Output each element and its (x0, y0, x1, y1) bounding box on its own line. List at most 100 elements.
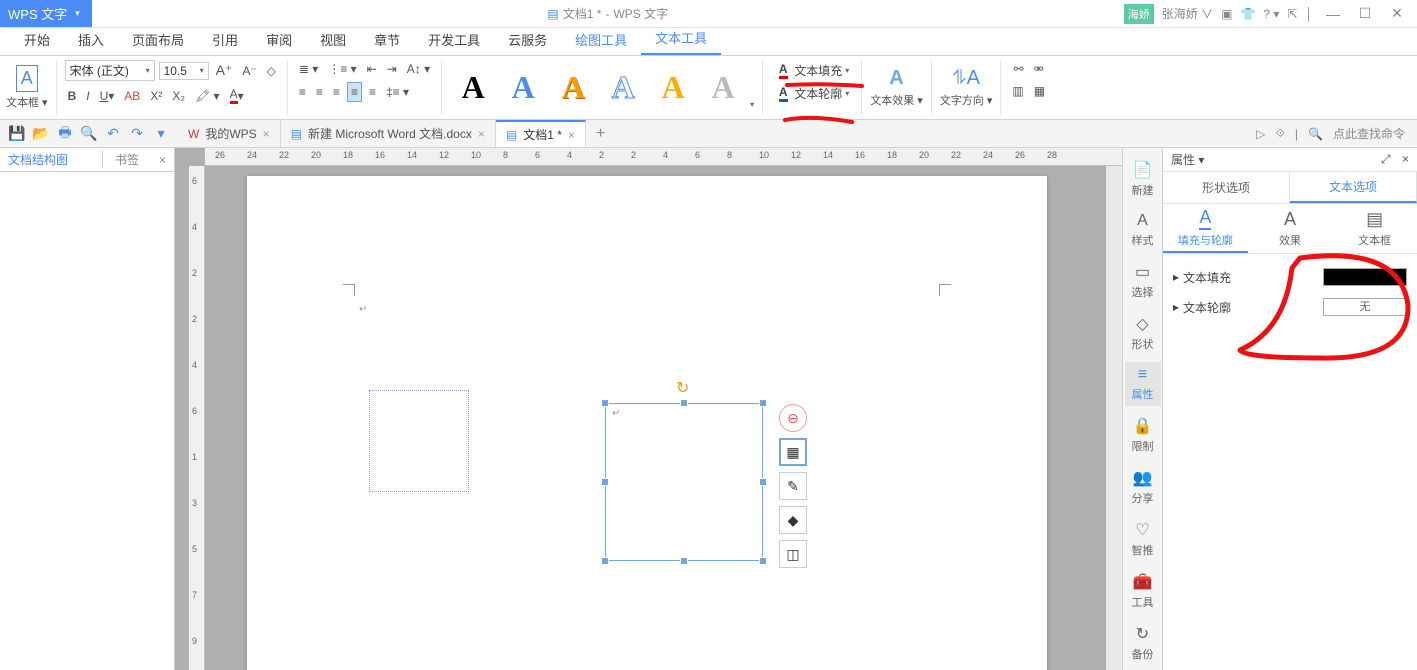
text-direction-button[interactable]: ⥮A 文字方向 ▾ (940, 67, 993, 108)
sidebar-item-新建[interactable]: 📄新建 (1125, 156, 1161, 202)
tab-view[interactable]: 视图 (306, 24, 360, 55)
outline-shape-button[interactable]: ◫ (779, 540, 807, 568)
font-name-select[interactable]: 宋体 (正文)▾ (65, 60, 155, 81)
doctab-mywps[interactable]: W 我的WPS × (178, 120, 281, 147)
redo-icon[interactable]: ↷ (128, 125, 146, 143)
wordart-style-5[interactable]: A (650, 65, 696, 111)
wordart-style-2[interactable]: A (500, 65, 546, 111)
align-left-button[interactable]: ≡ (296, 83, 309, 101)
wordart-more-icon[interactable]: ▾ (750, 100, 754, 115)
open-icon[interactable]: 📂 (32, 125, 50, 143)
subscript-button[interactable]: X₂ (169, 87, 188, 105)
text-fill-swatch[interactable] (1323, 268, 1407, 286)
underline-button[interactable]: U ▾ (97, 87, 118, 105)
vertical-ruler[interactable]: 64224613579 (189, 166, 205, 670)
strike-button[interactable]: AB (121, 87, 143, 105)
fit-icon[interactable]: ▦ (1031, 82, 1048, 100)
vertical-scrollbar[interactable] (1106, 166, 1122, 670)
subtab-effects[interactable]: A 效果 (1248, 204, 1333, 253)
close-button[interactable]: ✕ (1385, 5, 1409, 22)
wordart-style-3[interactable]: A (550, 65, 596, 111)
delete-shape-button[interactable]: ⊖ (779, 404, 807, 432)
more-qa-icon[interactable]: ▾ (152, 125, 170, 143)
leftpane-close-icon[interactable]: × (151, 153, 174, 167)
panel-tab-text[interactable]: 文本选项 (1290, 172, 1417, 203)
canvas-area[interactable]: 2624222018161412108642246810121416182022… (175, 148, 1122, 670)
align-justify-button[interactable]: ≡ (347, 82, 362, 102)
sort-button[interactable]: A↕ ▾ (404, 60, 433, 78)
fill-shape-button[interactable]: ◆ (779, 506, 807, 534)
close-tab-icon[interactable]: × (568, 128, 575, 142)
tab-dev-tools[interactable]: 开发工具 (414, 24, 494, 55)
tab-references[interactable]: 引用 (198, 24, 252, 55)
leftpane-tab-outline[interactable]: 文档结构图 (0, 151, 103, 168)
sidebar-item-形状[interactable]: ◇形状 (1125, 310, 1161, 356)
italic-button[interactable]: I (83, 87, 92, 105)
sidebar-item-限制[interactable]: 🔒限制 (1125, 412, 1161, 458)
panel-close-icon[interactable]: × (1402, 152, 1409, 166)
app-badge[interactable]: WPS 文字 ▾ (0, 0, 92, 27)
icon-1[interactable]: ▣ (1221, 7, 1232, 21)
close-tab-icon[interactable]: × (478, 127, 485, 141)
panel-tab-shape[interactable]: 形状选项 (1163, 172, 1290, 203)
undo-icon[interactable]: ↶ (104, 125, 122, 143)
resize-handle-sw[interactable] (601, 557, 609, 565)
selected-textbox[interactable]: ↻ ↵ (605, 403, 763, 561)
placeholder-box[interactable] (369, 390, 469, 492)
align-right-button[interactable]: ≡ (330, 83, 343, 101)
link-icon[interactable]: ⚯ (1011, 60, 1027, 78)
text-outline-swatch[interactable]: 无 (1323, 298, 1407, 316)
resize-handle-w[interactable] (601, 478, 609, 486)
resize-handle-e[interactable] (759, 478, 767, 486)
rotate-handle-icon[interactable]: ↻ (676, 378, 689, 398)
line-spacing-button[interactable]: ‡≡ ▾ (383, 83, 412, 101)
document-page[interactable]: ↵ ↻ ↵ ⊖ ▦ ✎ ◆ ◫ (247, 176, 1047, 670)
tab-review[interactable]: 审阅 (252, 24, 306, 55)
wordart-style-1[interactable]: A (450, 65, 496, 111)
resize-handle-nw[interactable] (601, 399, 609, 407)
highlight-button[interactable]: 🖍 ▾ (192, 87, 223, 105)
layout-options-button[interactable]: ▦ (779, 438, 807, 466)
sidebar-item-智推[interactable]: ♡智推 (1125, 516, 1161, 562)
add-tab-button[interactable]: + (586, 125, 615, 143)
resize-handle-se[interactable] (759, 557, 767, 565)
nav-icon[interactable]: ⟐ (1275, 126, 1284, 141)
decrease-font-icon[interactable]: A⁻ (239, 62, 259, 80)
icon-2[interactable]: 👕 (1240, 7, 1255, 21)
font-color-button[interactable]: A ▾ (227, 85, 247, 106)
pin-icon[interactable]: ⇱ (1287, 7, 1297, 21)
indent-decrease-button[interactable]: ⇤ (364, 60, 380, 78)
subtab-fill-outline[interactable]: A 填充与轮廓 (1163, 204, 1248, 253)
subtab-textbox[interactable]: ▤ 文本框 (1332, 204, 1417, 253)
wordart-style-4[interactable]: A (600, 65, 646, 111)
superscript-button[interactable]: X² (147, 87, 165, 105)
sidebar-item-样式[interactable]: A样式 (1125, 208, 1161, 252)
sidebar-item-分享[interactable]: 👥分享 (1125, 464, 1161, 510)
margins-icon[interactable]: ▥ (1009, 82, 1026, 100)
tab-insert[interactable]: 插入 (64, 24, 118, 55)
tab-cloud[interactable]: 云服务 (494, 24, 561, 55)
save-icon[interactable]: 💾 (8, 125, 26, 143)
user-name[interactable]: 张海娇 ∨ (1162, 5, 1213, 22)
print-icon[interactable]: 🖶 (56, 125, 74, 143)
break-link-icon[interactable]: ⚮ (1031, 60, 1047, 78)
reading-mode-icon[interactable]: ▷ (1256, 127, 1265, 141)
app-menu-dropdown-icon[interactable]: ▾ (71, 8, 84, 19)
bold-button[interactable]: B (65, 87, 80, 105)
resize-handle-ne[interactable] (759, 399, 767, 407)
help-icon[interactable]: ? ▾ (1263, 7, 1279, 21)
user-badge[interactable]: 海娇 (1124, 4, 1154, 24)
edit-shape-button[interactable]: ✎ (779, 472, 807, 500)
tab-text-tools[interactable]: 文本工具 (641, 22, 721, 55)
tab-page-layout[interactable]: 页面布局 (118, 24, 198, 55)
expand-text-outline[interactable]: ▸ 文本轮廓 (1173, 299, 1231, 316)
sidebar-item-选择[interactable]: ▭选择 (1125, 258, 1161, 304)
horizontal-ruler[interactable]: 2624222018161412108642246810121416182022… (205, 148, 1122, 166)
preview-icon[interactable]: 🔍 (80, 125, 98, 143)
bullets-button[interactable]: ≣ ▾ (296, 60, 321, 78)
sidebar-item-属性[interactable]: ≡属性 (1125, 362, 1161, 406)
tab-drawing-tools[interactable]: 绘图工具 (561, 24, 641, 55)
align-distribute-button[interactable]: ≡ (366, 83, 379, 101)
wordart-style-6[interactable]: A (700, 65, 746, 111)
text-outline-button[interactable]: A 文本轮廓▾ (771, 83, 853, 104)
